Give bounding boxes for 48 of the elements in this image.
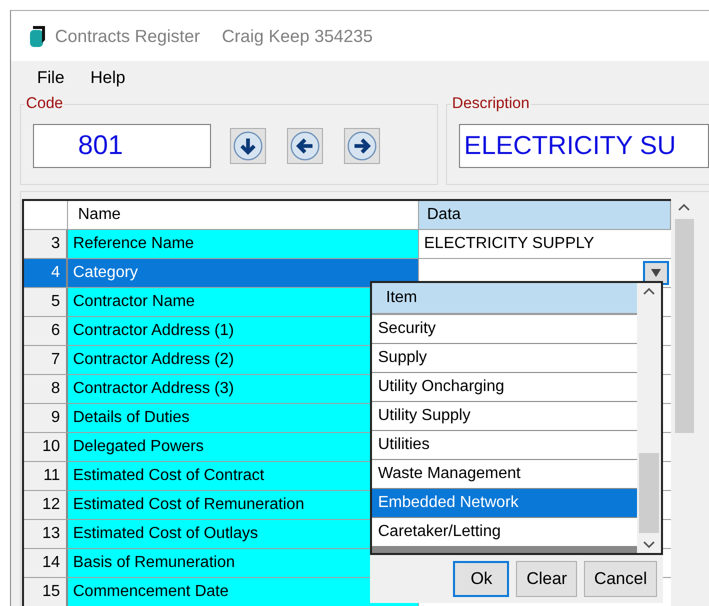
list-item[interactable]: Embedded Network [372,489,637,518]
description-field[interactable]: ELECTRICITY SU [459,124,709,168]
scroll-thumb[interactable] [674,219,694,433]
nav-button[interactable] [344,128,380,164]
list-item[interactable]: Supply [372,344,637,373]
dialog-button[interactable]: Clear [516,561,578,597]
column-header: Data [419,201,671,229]
list-item[interactable]: Caretaker/Letting [372,518,637,547]
row-number: 7 [24,346,68,374]
row-number: 8 [24,375,68,403]
code-field[interactable]: 801 [33,124,211,168]
row-number: 4 [24,259,68,287]
row-number: 10 [24,433,68,461]
column-header: Item [372,283,637,315]
down-triangle-icon [650,268,662,278]
code-label: Code [25,95,64,113]
row-number: 5 [24,288,68,316]
row-number: 15 [24,578,68,606]
list-item[interactable]: Utility Supply [372,402,637,431]
list-item[interactable]: Utility Oncharging [372,373,637,402]
user-info: Craig Keep 354235 [222,26,373,46]
row-number: 11 [24,462,68,490]
table-cell: ELECTRICITY SUPPLY [424,235,594,253]
table-cell[interactable]: Reference Name [68,230,419,258]
row-number: 9 [24,404,68,432]
list-item[interactable]: Utilities [372,431,637,460]
row-number: 3 [24,230,68,258]
scrollbar[interactable] [637,283,661,553]
row-number: 12 [24,491,68,519]
scroll-up-icon[interactable] [643,287,655,295]
menu-item[interactable]: File [37,68,64,88]
menu-item[interactable]: Help [90,68,126,88]
list-item[interactable]: Security [372,315,637,344]
row-number: 6 [24,317,68,345]
scroll-up-icon[interactable] [678,203,690,211]
dialog-button[interactable]: Ok [453,561,510,597]
scroll-down-icon[interactable] [643,541,655,549]
window-title: Contracts Register [55,26,200,46]
nav-button[interactable] [287,128,323,164]
nav-button[interactable] [230,128,266,164]
table-cell[interactable]: Category [68,259,419,287]
list-item[interactable]: Waste Management [372,460,637,489]
dialog-button[interactable]: Cancel [584,561,657,597]
description-label: Description [451,95,531,113]
scroll-thumb[interactable] [639,453,659,533]
app-icon [29,24,47,48]
row-number: 13 [24,520,68,548]
row-number: 14 [24,549,68,577]
